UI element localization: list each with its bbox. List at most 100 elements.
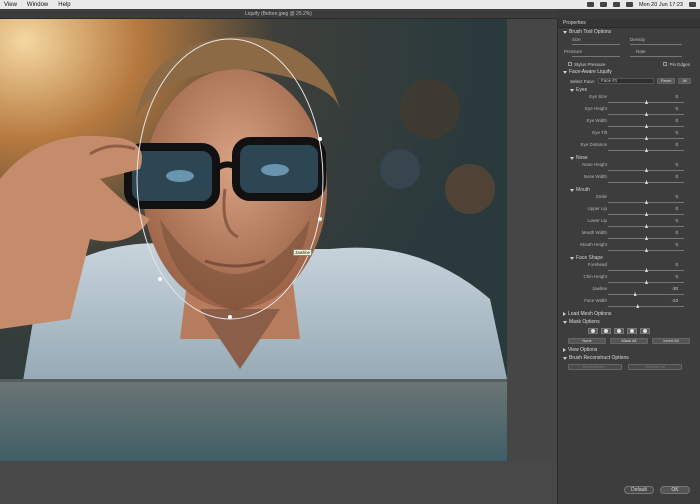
slider-value[interactable]: 0 [675,274,678,279]
add-to-selection-icon[interactable] [601,328,611,334]
pressure-label: Pressure [564,49,583,54]
slider-value[interactable]: 0 [675,262,678,267]
group-header-mouth[interactable]: Mouth [558,186,700,194]
group-header-face-shape[interactable]: Face Shape [558,254,700,262]
jawline-tag[interactable]: Jawline [293,249,313,256]
rate-label: Rate [636,49,646,54]
slider-label: Eye Width [586,118,607,123]
panel-header: Properties [558,19,700,28]
slider-value[interactable]: 0 [675,242,678,247]
slider-value[interactable]: 0 [675,230,678,235]
slider-value[interactable]: 0 [675,174,678,179]
select-face-row: Select Face: Face #1 Reset All [558,76,700,86]
group-header-eyes[interactable]: Eyes [558,86,700,94]
size-label: Size [572,37,581,42]
slider-row-smile: Smile 0 [558,194,700,206]
slider-label: Forehead [587,262,607,267]
slider-value[interactable]: -30 [671,286,678,291]
pressure-slider[interactable] [572,56,620,57]
slider-label: Face Width [584,298,607,303]
menubar-status-area: Mon 20 Jun 17:23 [586,2,700,8]
slider-value[interactable]: 0 [675,118,678,123]
menu-help[interactable]: Help [58,2,70,8]
wifi-icon[interactable] [612,2,620,7]
rate-slider[interactable] [630,56,682,57]
reconstruct-button[interactable]: Reconstruct... [568,364,622,370]
slider-label: Smile [595,194,607,199]
size-slider[interactable] [572,44,620,45]
disclosure-open-icon [563,356,567,360]
restore-all-button[interactable]: Restore All [628,364,682,370]
intersect-selection-icon[interactable] [627,328,637,334]
slider-track[interactable] [608,306,684,307]
pin-edges-checkbox[interactable]: Pin Edges [663,62,690,67]
slider-row-mouth-height: Mouth Height 0 [558,242,700,254]
image-canvas[interactable] [0,19,507,461]
status-icon[interactable] [599,2,607,7]
slider-value[interactable]: -23 [671,298,678,303]
slider-value[interactable]: 0 [675,162,678,167]
mask-all-button[interactable]: Mask All [610,338,648,344]
invert-all-button[interactable]: Invert All [652,338,690,344]
ok-button[interactable]: OK [660,486,690,494]
default-button[interactable]: Default [624,486,654,494]
disclosure-open-icon [570,188,574,192]
reset-button[interactable]: Reset [657,78,676,84]
group-header-nose[interactable]: Nose [558,154,700,162]
search-icon[interactable] [689,2,696,7]
stylus-pressure-checkbox[interactable]: Stylus Pressure [568,62,606,67]
status-icon[interactable] [586,2,594,7]
disclosure-closed-icon [563,312,566,316]
slider-value[interactable]: 0 [675,106,678,111]
mask-buttons: None Mask All Invert All [558,336,700,346]
slider-value[interactable]: 0 [675,130,678,135]
photo [0,19,507,461]
menu-view[interactable]: View [4,2,17,8]
reconstruct-buttons: Reconstruct... Restore All [558,362,700,372]
density-slider[interactable] [630,44,682,45]
brush-pressure-rate-row: Pressure Rate [558,48,700,60]
slider-value[interactable]: 0 [675,206,678,211]
all-button[interactable]: All [678,78,691,84]
slider-row-nose-width: Nose Width 0 [558,174,700,186]
slider-value[interactable]: 0 [675,142,678,147]
mask-options-header[interactable]: Mask Options [558,318,700,326]
slider-row-upper-lip: Upper Lip 0 [558,206,700,218]
slider-row-jawline: Jawline -30 [558,286,700,298]
slider-label: Eye Distance [580,142,607,147]
disclosure-open-icon [563,30,567,34]
slider-row-lower-lip: Lower Lip 0 [558,218,700,230]
mask-none-button[interactable]: None [568,338,606,344]
slider-label: Chin Height [583,274,607,279]
brush-reconstruct-header[interactable]: Brush Reconstruct Options [558,354,700,362]
face-aware-header[interactable]: Face-Aware Liquify [558,68,700,76]
slider-label: Eye Size [589,94,607,99]
slider-label: Nose Width [583,174,607,179]
slider-row-eye-width: Eye Width 0 [558,118,700,130]
slider-row-eye-size: Eye Size 0 [558,94,700,106]
canvas-gutter [507,19,557,461]
subtract-selection-icon[interactable] [614,328,624,334]
dialog-footer: Default OK [557,484,700,496]
slider-track[interactable] [608,294,684,295]
battery-icon[interactable] [625,2,633,7]
slider-row-eye-distance: Eye Distance 0 [558,142,700,154]
slider-label: Eye Height [584,106,607,111]
menu-window[interactable]: Window [27,2,48,8]
slider-value[interactable]: 0 [675,218,678,223]
view-options-header[interactable]: View Options [558,346,700,354]
select-face-dropdown[interactable]: Face #1 [598,78,655,84]
mask-mode-icons [558,326,700,336]
invert-selection-icon[interactable] [640,328,650,334]
brush-tool-options-header[interactable]: Brush Tool Options [558,28,700,36]
disclosure-open-icon [563,320,567,324]
clock[interactable]: Mon 20 Jun 17:23 [639,2,683,8]
window-title: Liquify (Before.jpeg @ 25.2%) [0,9,557,19]
slider-value[interactable]: 0 [675,194,678,199]
disclosure-open-icon [563,70,567,74]
slider-value[interactable]: 0 [675,94,678,99]
replace-selection-icon[interactable] [588,328,598,334]
slider-label: Upper Lip [587,206,607,211]
load-mesh-options-header[interactable]: Load Mesh Options [558,310,700,318]
slider-label: Lower Lip [587,218,607,223]
